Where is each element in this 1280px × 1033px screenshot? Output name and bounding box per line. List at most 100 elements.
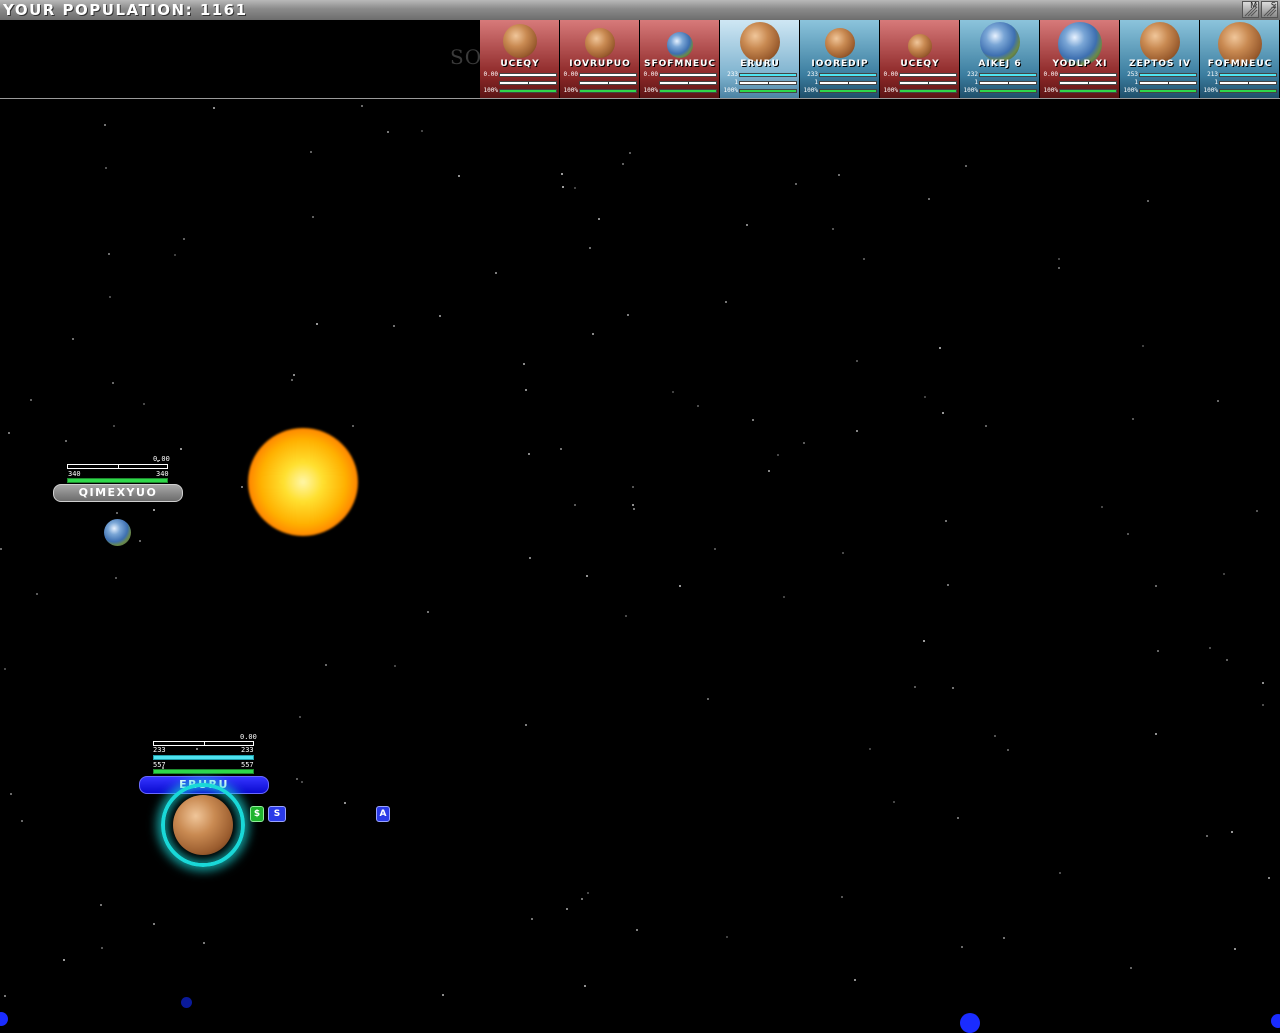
defense-stat-bar xyxy=(659,89,717,93)
star xyxy=(1155,585,1157,587)
defense-stat: 100% xyxy=(481,87,559,95)
planet-eruru[interactable] xyxy=(173,795,233,855)
population-stat: 233 xyxy=(801,71,879,79)
star xyxy=(942,412,944,414)
planet-card[interactable]: UCEQY 0.00 100% xyxy=(480,20,560,98)
ship-icon[interactable]: A xyxy=(376,806,390,822)
star xyxy=(439,315,441,317)
star xyxy=(838,174,840,176)
star xyxy=(442,994,444,996)
defense-stat-value: 100% xyxy=(483,87,498,94)
star xyxy=(1231,831,1233,833)
production-stat-bar xyxy=(739,81,797,85)
population-stat-value: 0.00 xyxy=(883,71,898,78)
star xyxy=(1130,967,1132,969)
star xyxy=(525,724,527,726)
star xyxy=(1206,835,1208,837)
production-stat-value: 1 xyxy=(1134,79,1138,86)
population-stat: 253 xyxy=(1121,71,1199,79)
edge-marker-bottom[interactable] xyxy=(960,1013,980,1033)
qimexyuo-production-bar xyxy=(67,464,168,469)
star xyxy=(310,151,312,153)
star xyxy=(531,918,533,920)
star xyxy=(143,403,145,405)
planet-card[interactable]: ERURU 233 1 100% xyxy=(720,20,800,98)
star xyxy=(427,611,429,613)
planet-card[interactable]: SFOFMNEUC 0.00 100% xyxy=(640,20,720,98)
star xyxy=(863,258,865,260)
star xyxy=(523,363,525,365)
star xyxy=(1262,682,1264,684)
star xyxy=(393,325,395,327)
star xyxy=(1059,872,1061,874)
production-stat xyxy=(641,80,719,87)
star xyxy=(525,389,527,391)
star xyxy=(581,898,583,900)
star xyxy=(1003,937,1005,939)
population-stat-bar xyxy=(1139,73,1197,77)
planet-qimexyuo[interactable] xyxy=(104,519,131,546)
star xyxy=(495,272,497,274)
star xyxy=(203,942,205,944)
sun xyxy=(248,428,358,536)
planet-card[interactable]: YODLP XI 0.00 100% xyxy=(1040,20,1120,98)
defense-stat-bar xyxy=(1139,89,1197,93)
star xyxy=(109,296,111,298)
star xyxy=(803,442,805,444)
planet-card[interactable]: ZEPTOS IV 253 1 100% xyxy=(1120,20,1200,98)
star xyxy=(832,228,834,230)
defense-stat-value: 100% xyxy=(723,87,738,94)
defense-stat-value: 100% xyxy=(1043,87,1058,94)
star xyxy=(562,186,564,188)
star xyxy=(632,486,634,488)
star xyxy=(592,333,594,335)
star xyxy=(10,793,12,795)
planet-card[interactable]: IOVRUPUO 0.00 100% xyxy=(560,20,640,98)
star xyxy=(945,520,947,522)
star xyxy=(299,716,301,718)
planet-card[interactable]: IOOREDIP 233 1 100% xyxy=(800,20,880,98)
population-stat: 232 xyxy=(961,71,1039,79)
star xyxy=(707,698,709,700)
star xyxy=(153,923,155,925)
build-icon[interactable]: S xyxy=(268,806,286,822)
production-stat xyxy=(481,80,559,87)
planet-card-list: UCEQY 0.00 100% IOVRUPUO 0.00 100% SFOFMNEUC 0.… xyxy=(480,20,1280,98)
population-stat-value: 233 xyxy=(807,71,818,78)
population-stat-bar xyxy=(1219,73,1277,77)
qimexyuo-shield-bar xyxy=(67,478,168,483)
defense-stat: 100% xyxy=(1121,87,1199,95)
production-stat: 1 xyxy=(801,79,879,87)
qimexyuo-name-label[interactable]: QIMEXYUO xyxy=(53,484,183,502)
star xyxy=(965,165,967,167)
production-stat-bar xyxy=(1139,81,1197,85)
music-toggle-button[interactable]: M xyxy=(1242,1,1259,18)
production-stat: 1 xyxy=(1121,79,1199,87)
planet-card[interactable]: FOFMNEUC 213 1 100% xyxy=(1200,20,1280,98)
planet-card[interactable]: AIKEJ 6 232 1 100% xyxy=(960,20,1040,98)
population-stat-value: 0.00 xyxy=(483,71,498,78)
planet-card-thumbnail xyxy=(584,28,615,58)
population-stat: 0.00 xyxy=(481,71,559,79)
star xyxy=(726,936,728,938)
sound-toggle-button[interactable]: S xyxy=(1261,1,1278,18)
star xyxy=(586,575,588,577)
production-stat-bar xyxy=(819,81,877,85)
star xyxy=(587,892,589,894)
star xyxy=(30,399,32,401)
edge-marker-right[interactable] xyxy=(1271,1014,1280,1028)
defense-stat-value: 100% xyxy=(803,87,818,94)
production-stat-bar xyxy=(1059,81,1117,85)
star xyxy=(105,167,107,169)
money-icon[interactable]: $ xyxy=(250,806,264,822)
star xyxy=(856,430,858,432)
star xyxy=(0,548,2,550)
defense-stat: 100% xyxy=(1041,87,1119,95)
planet-card-thumbnail xyxy=(502,24,537,58)
planet-card[interactable]: UCEQY 0.00 100% xyxy=(880,20,960,98)
population-stat-bar xyxy=(739,73,797,77)
star xyxy=(174,254,176,256)
fleet-marker[interactable] xyxy=(181,997,192,1008)
star xyxy=(566,908,568,910)
defense-stat-bar xyxy=(899,89,957,93)
